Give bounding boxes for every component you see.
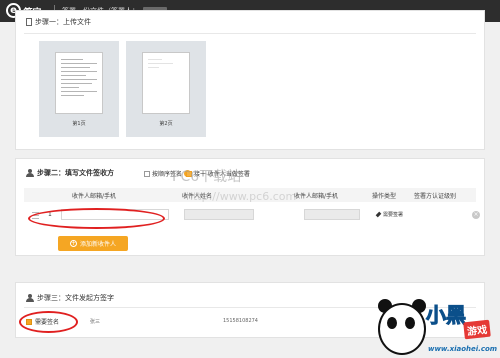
- brand-tag: 游戏: [463, 319, 491, 340]
- column-header: 收件人邮箱/手机: [294, 193, 339, 200]
- page-label: 第2页: [159, 121, 173, 127]
- page-thumbnail-1[interactable]: 第1页: [39, 41, 119, 137]
- signer-phone: 15158108274: [223, 318, 258, 324]
- step1-card: 步骤一：上传文件 第1页 第2页: [15, 10, 485, 150]
- page-thumbnail-2[interactable]: 第2页: [126, 41, 206, 137]
- panda-eye: [405, 317, 415, 329]
- page-preview: [55, 52, 103, 114]
- watermark-text: PC6下载站: [172, 169, 242, 185]
- add-recipient-button[interactable]: + 添加新收件人: [58, 236, 128, 251]
- signer-icon: [26, 294, 34, 302]
- recipient-name-field[interactable]: [184, 209, 254, 220]
- action-type-select[interactable]: 需要签署: [375, 211, 404, 218]
- step3-heading: 步骤三：文件发起方签字: [26, 293, 114, 303]
- recipients-icon: [26, 169, 34, 177]
- delete-row-button[interactable]: ×: [472, 211, 480, 219]
- step2-card: 步骤二：填写文件签收方 按顺序签名 接十 收件人当做签署 收件人邮箱/手机 收件…: [15, 158, 485, 256]
- panda-mascot-icon: [378, 303, 426, 355]
- column-header: 签署方认证级别: [414, 193, 457, 200]
- sign-in-order-checkbox[interactable]: [144, 170, 150, 177]
- pen-icon: [375, 211, 382, 218]
- brand-url: www.xiaohei.com: [428, 345, 498, 353]
- site-brand-badge: 小黑 游戏 www.xiaohei.com: [370, 285, 500, 358]
- watermark-url: http://www.pc6.com: [186, 190, 297, 203]
- highlight-annotation: [19, 311, 78, 333]
- step3-title: 步骤三：文件发起方签字: [37, 294, 114, 302]
- add-recipient-label: 添加新收件人: [79, 241, 116, 248]
- divider: [24, 33, 476, 34]
- step1-heading: 步骤一：上传文件: [26, 17, 91, 27]
- recipient-name-input[interactable]: [185, 210, 253, 219]
- signer-name: 张三: [90, 319, 101, 325]
- document-icon: [26, 18, 32, 26]
- step1-title: 步骤一：上传文件: [35, 18, 91, 26]
- page-label: 第1页: [72, 121, 86, 127]
- page-preview: [142, 52, 190, 114]
- step2-heading: 步骤二：填写文件签收方: [26, 168, 114, 178]
- recipient-mobile-input[interactable]: [305, 210, 359, 219]
- action-type-label: 需要签署: [383, 212, 404, 218]
- column-header: 收件人邮箱/手机: [72, 193, 117, 200]
- step2-title: 步骤二：填写文件签收方: [37, 169, 114, 177]
- recipient-mobile-field[interactable]: [304, 209, 360, 220]
- column-header: 操作类型: [372, 193, 397, 200]
- panda-eye: [387, 317, 397, 329]
- brand-name: 小黑: [426, 303, 467, 328]
- highlight-annotation: [28, 208, 165, 229]
- plus-icon: +: [69, 240, 77, 247]
